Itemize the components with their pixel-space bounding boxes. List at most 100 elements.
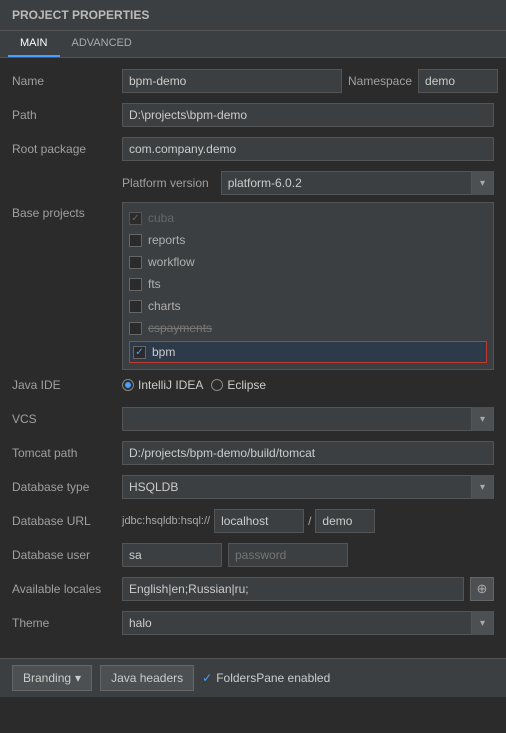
database-type-label: Database type <box>12 480 122 494</box>
folders-pane-option: ✓ FoldersPane enabled <box>202 671 330 685</box>
base-projects-label: Base projects <box>12 202 122 220</box>
intellij-radio[interactable] <box>122 379 134 391</box>
title-text: PROJECT PROPERTIES <box>12 8 149 22</box>
main-content: Name Namespace Path Root package Platfor… <box>0 58 506 650</box>
bp-item-workflow: workflow <box>129 251 487 273</box>
tomcat-path-label: Tomcat path <box>12 446 122 460</box>
path-input[interactable] <box>122 103 494 127</box>
database-url-label: Database URL <box>12 514 122 528</box>
database-password-input[interactable] <box>228 543 348 567</box>
database-type-container: HSQLDB ▾ <box>122 475 494 499</box>
eclipse-label: Eclipse <box>227 378 266 392</box>
intellij-label: IntelliJ IDEA <box>138 378 203 392</box>
bp-checkbox-charts[interactable] <box>129 300 142 313</box>
branding-button[interactable]: Branding ▾ <box>12 665 92 691</box>
tab-main[interactable]: MAIN <box>8 31 60 57</box>
java-headers-button[interactable]: Java headers <box>100 665 194 691</box>
platform-version-value: platform-6.0.2 <box>222 171 471 195</box>
bp-label-bpm: bpm <box>152 345 175 359</box>
tabs-bar: MAIN ADVANCED <box>0 31 506 58</box>
folders-pane-label: FoldersPane enabled <box>216 671 330 685</box>
theme-arrow[interactable]: ▾ <box>471 611 493 635</box>
root-package-label: Root package <box>12 142 122 156</box>
java-headers-label: Java headers <box>111 671 183 685</box>
bp-item-cspayments: cspayments <box>129 317 487 339</box>
db-name-input[interactable] <box>315 509 375 533</box>
intellij-option[interactable]: IntelliJ IDEA <box>122 378 203 392</box>
bp-label-cuba: cuba <box>148 211 174 225</box>
root-package-input[interactable] <box>122 137 494 161</box>
bp-checkbox-reports[interactable] <box>129 234 142 247</box>
java-ide-options: IntelliJ IDEA Eclipse <box>122 378 494 392</box>
database-user-label: Database user <box>12 548 122 562</box>
bp-item-fts: fts <box>129 273 487 295</box>
bp-item-reports: reports <box>129 229 487 251</box>
database-type-row: Database type HSQLDB ▾ <box>12 472 494 502</box>
bp-item-bpm: ✓ bpm <box>129 341 487 363</box>
bp-checkbox-fts[interactable] <box>129 278 142 291</box>
tomcat-path-container <box>122 441 494 465</box>
java-ide-label: Java IDE <box>12 378 122 392</box>
vcs-select[interactable]: ▾ <box>122 407 494 431</box>
theme-select[interactable]: halo ▾ <box>122 611 494 635</box>
namespace-label: Namespace <box>348 74 412 88</box>
name-field-container: Namespace <box>122 69 498 93</box>
tab-advanced[interactable]: ADVANCED <box>60 31 144 57</box>
bp-checkbox-workflow[interactable] <box>129 256 142 269</box>
bp-label-charts: charts <box>148 299 181 313</box>
platform-version-label: Platform version <box>122 176 209 190</box>
theme-row: Theme halo ▾ <box>12 608 494 638</box>
eclipse-option[interactable]: Eclipse <box>211 378 266 392</box>
path-field-container <box>122 103 494 127</box>
bp-checkbox-cuba[interactable]: ✓ <box>129 212 142 225</box>
db-host-input[interactable] <box>214 509 304 533</box>
name-input[interactable] <box>122 69 342 93</box>
java-ide-row: Java IDE IntelliJ IDEA Eclipse <box>12 370 494 400</box>
bp-label-workflow: workflow <box>148 255 195 269</box>
locales-globe-button[interactable]: ⊕ <box>470 577 494 601</box>
folders-pane-check: ✓ <box>202 671 212 685</box>
database-url-container: jdbc:hsqldb:hsql:// / <box>122 509 494 533</box>
database-type-value: HSQLDB <box>123 475 471 499</box>
vcs-label: VCS <box>12 412 122 426</box>
platform-version-row: Platform version platform-6.0.2 ▾ <box>12 168 494 198</box>
bp-item-charts: charts <box>129 295 487 317</box>
branding-label: Branding <box>23 671 71 685</box>
database-user-container <box>122 543 494 567</box>
database-url-row: Database URL jdbc:hsqldb:hsql:// / <box>12 506 494 536</box>
available-locales-container: ⊕ <box>122 577 494 601</box>
title-bar: PROJECT PROPERTIES <box>0 0 506 31</box>
bottom-bar: Branding ▾ Java headers ✓ FoldersPane en… <box>0 658 506 697</box>
theme-label: Theme <box>12 616 122 630</box>
vcs-arrow[interactable]: ▾ <box>471 407 493 431</box>
base-projects-row: Base projects ✓ cuba reports workflow ft… <box>12 202 494 370</box>
bp-checkbox-cspayments[interactable] <box>129 322 142 335</box>
root-package-row: Root package <box>12 134 494 164</box>
name-row: Name Namespace <box>12 66 494 96</box>
bp-label-cspayments: cspayments <box>148 321 212 335</box>
available-locales-input[interactable] <box>122 577 464 601</box>
base-projects-list: ✓ cuba reports workflow fts charts <box>122 202 494 370</box>
database-type-arrow[interactable]: ▾ <box>471 475 493 499</box>
platform-version-select[interactable]: platform-6.0.2 ▾ <box>221 171 494 195</box>
bp-label-reports: reports <box>148 233 185 247</box>
theme-value: halo <box>123 611 471 635</box>
platform-version-arrow[interactable]: ▾ <box>471 171 493 195</box>
namespace-input[interactable] <box>418 69 498 93</box>
bp-item-cuba: ✓ cuba <box>129 207 487 229</box>
database-type-select[interactable]: HSQLDB ▾ <box>122 475 494 499</box>
tomcat-path-row: Tomcat path <box>12 438 494 468</box>
bp-label-fts: fts <box>148 277 161 291</box>
vcs-row: VCS ▾ <box>12 404 494 434</box>
db-url-prefix: jdbc:hsqldb:hsql:// <box>122 515 210 527</box>
available-locales-label: Available locales <box>12 582 122 596</box>
available-locales-row: Available locales ⊕ <box>12 574 494 604</box>
branding-chevron: ▾ <box>75 671 81 685</box>
eclipse-radio[interactable] <box>211 379 223 391</box>
database-user-row: Database user <box>12 540 494 570</box>
database-user-input[interactable] <box>122 543 222 567</box>
platform-version-container: Platform version platform-6.0.2 ▾ <box>122 171 494 195</box>
tomcat-path-input[interactable] <box>122 441 494 465</box>
bp-checkbox-bpm[interactable]: ✓ <box>133 346 146 359</box>
path-label: Path <box>12 108 122 122</box>
